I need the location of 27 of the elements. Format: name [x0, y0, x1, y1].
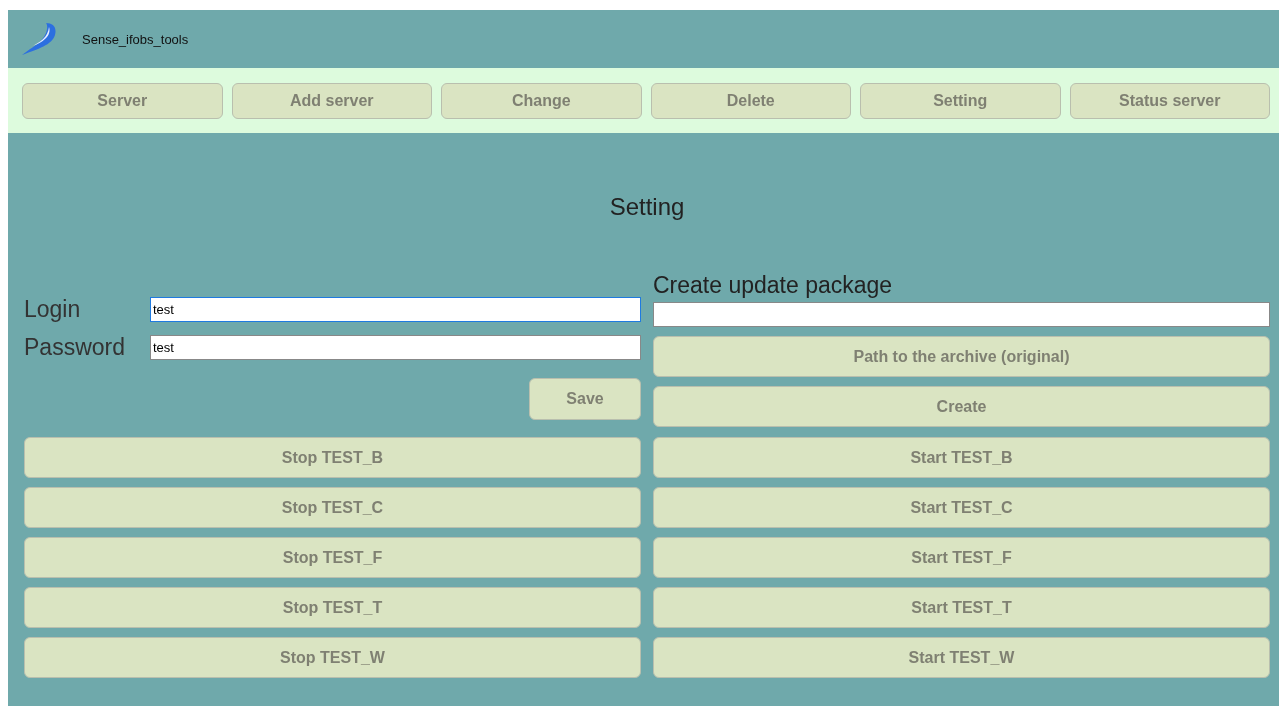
start-button[interactable]: Start TEST_T	[653, 587, 1270, 628]
stop-button[interactable]: Stop TEST_W	[24, 637, 641, 678]
stop-button[interactable]: Stop TEST_C	[24, 487, 641, 528]
start-button[interactable]: Start TEST_F	[653, 537, 1270, 578]
field-label: Password	[24, 333, 126, 361]
input-field[interactable]	[653, 302, 1270, 327]
action-button[interactable]: Create	[653, 386, 1270, 427]
stop-button[interactable]: Stop TEST_B	[24, 437, 641, 478]
start-button[interactable]: Start TEST_W	[653, 637, 1270, 678]
stop-button[interactable]: Stop TEST_T	[24, 587, 641, 628]
start-button[interactable]: Start TEST_B	[653, 437, 1270, 478]
action-button[interactable]: Path to the archive (original)	[653, 336, 1270, 377]
nav-button[interactable]: Delete	[650, 82, 851, 119]
save-button[interactable]: Save	[529, 378, 641, 420]
nav-button[interactable]: Change	[441, 82, 642, 119]
section-heading: Create update package	[653, 272, 894, 299]
nav-button[interactable]: Server	[22, 82, 223, 119]
nav-button[interactable]: Status server	[1069, 82, 1270, 119]
nav-button[interactable]: Add server	[231, 82, 432, 119]
input-field[interactable]: test	[150, 334, 641, 360]
field-label: Login	[24, 295, 82, 323]
nav-button[interactable]: Setting	[860, 82, 1061, 119]
page-title: Setting	[608, 192, 686, 222]
start-button[interactable]: Start TEST_C	[653, 487, 1270, 528]
input-field[interactable]: test	[150, 296, 641, 322]
stop-button[interactable]: Stop TEST_F	[24, 537, 641, 578]
app-title: Sense_ifobs_tools	[82, 31, 189, 47]
